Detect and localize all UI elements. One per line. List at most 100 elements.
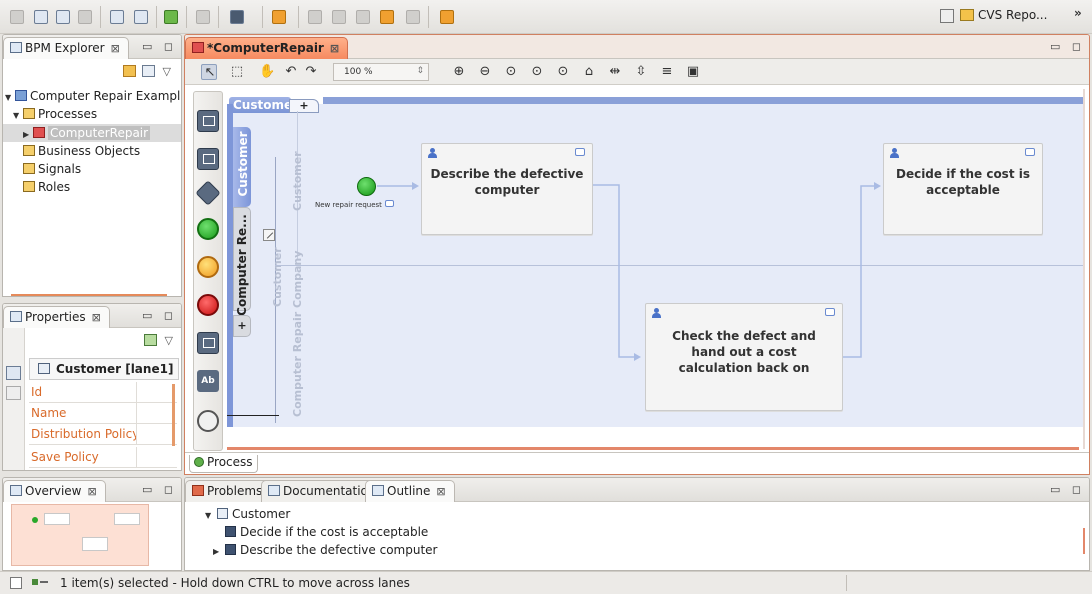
distribute-vertical-icon[interactable]: ⇳ <box>633 64 649 80</box>
editor-vertical-scrollbar[interactable] <box>1083 89 1085 449</box>
property-name-value[interactable] <box>137 403 177 424</box>
zoom-page-icon[interactable]: ⊙ <box>529 64 545 80</box>
property-distribution-policy-value[interactable] <box>137 424 177 445</box>
close-icon[interactable]: ⊠ <box>92 311 101 324</box>
palette-flow-icon[interactable] <box>197 332 219 354</box>
zoom-spinner-icon[interactable]: ⇕ <box>416 66 424 76</box>
zoom-fit-icon[interactable]: ⊙ <box>503 64 519 80</box>
tab-problems[interactable]: Problems <box>185 480 272 502</box>
align-icon[interactable]: ≡ <box>659 64 675 80</box>
palette-start-event-icon[interactable] <box>197 218 219 240</box>
run-icon[interactable] <box>162 8 180 26</box>
close-icon[interactable]: ⊠ <box>88 485 97 498</box>
tree-item-computerrepair[interactable]: ▶ ComputerRepair <box>3 124 181 142</box>
pan-tool-icon[interactable]: ✋ <box>259 64 275 80</box>
minimize-maximize-icon[interactable]: ▭ ◻ <box>142 309 177 322</box>
palette-end-event-icon[interactable] <box>197 294 219 316</box>
tab-process[interactable]: Process <box>189 455 258 473</box>
zoom-combo[interactable]: 100 % ⇕ <box>333 63 429 81</box>
tab-bpm-explorer[interactable]: BPM Explorer ⊠ <box>3 37 129 59</box>
task-describe-defective-computer[interactable]: Describe the defective computer <box>421 143 593 235</box>
property-save-policy-value[interactable] <box>137 447 177 468</box>
tab-computerrepair[interactable]: *ComputerRepair ⊠ <box>185 37 349 59</box>
comment-icon[interactable] <box>385 200 394 207</box>
new-file-icon[interactable] <box>8 8 26 26</box>
palette-task-icon[interactable] <box>197 148 219 170</box>
property-name[interactable]: Name <box>29 403 137 424</box>
outline-scrollbar[interactable] <box>1083 528 1085 554</box>
last-edit-icon[interactable] <box>354 8 372 26</box>
palette-text-annotation-icon[interactable]: Ab <box>197 370 219 392</box>
view-menu-chevron-icon[interactable]: ▽ <box>165 334 173 347</box>
tree-item-computer-repair-example[interactable]: ▼ Computer Repair Example <box>5 87 181 105</box>
tree-item-processes[interactable]: ▼ Processes <box>13 105 181 123</box>
zoom-out-icon[interactable]: ⊖ <box>477 64 493 80</box>
cvs-perspective-button[interactable]: CVS Repo... <box>960 8 1047 26</box>
window-icon[interactable] <box>108 8 126 26</box>
properties-scrollbar[interactable] <box>172 384 175 446</box>
view-menu-chevron-icon[interactable]: ▽ <box>163 65 171 78</box>
palette-gateway-icon[interactable] <box>195 180 221 206</box>
minimize-maximize-icon[interactable]: ▭ ◻ <box>142 483 177 496</box>
open-perspective-icon[interactable] <box>940 9 954 23</box>
edit-icon[interactable] <box>194 8 212 26</box>
overview-thumbnail[interactable] <box>11 504 149 566</box>
pool[interactable]: Customer + Customer Computer Re... + Cus… <box>227 97 1085 427</box>
comment-icon[interactable] <box>575 148 585 156</box>
panel-icon[interactable] <box>132 8 150 26</box>
tree-item-business-objects[interactable]: Business Objects <box>13 142 181 160</box>
task-check-defect-cost-calculation[interactable]: Check the defect and hand out a cost cal… <box>645 303 843 411</box>
outline-item-decide-cost[interactable]: Decide if the cost is acceptable <box>213 523 428 541</box>
advanced-tab-icon[interactable] <box>6 386 21 400</box>
distribute-horizontal-icon[interactable]: ⇹ <box>607 64 623 80</box>
minimize-maximize-icon[interactable]: ▭ ◻ <box>1050 40 1085 53</box>
tree-item-signals[interactable]: Signals <box>13 160 181 178</box>
frame-icon[interactable]: ▣ <box>685 64 701 80</box>
flow-check-to-decide[interactable] <box>839 185 879 358</box>
magic-wand-icon[interactable] <box>438 8 456 26</box>
pin-icon[interactable] <box>270 8 288 26</box>
general-tab-icon[interactable] <box>6 366 21 380</box>
close-icon[interactable]: ⊠ <box>330 42 339 55</box>
diagram-canvas[interactable]: Customer + Customer Computer Re... + Cus… <box>227 89 1085 455</box>
palette-intermediate-event-icon[interactable] <box>197 256 219 278</box>
palette-timer-icon[interactable] <box>197 410 219 432</box>
zoom-selection-icon[interactable]: ⊙ <box>555 64 571 80</box>
tab-properties[interactable]: Properties ⊠ <box>3 306 110 328</box>
tree-item-roles[interactable]: Roles <box>13 178 181 196</box>
flow-describe-to-check[interactable] <box>593 184 639 358</box>
task-decide-cost-acceptable[interactable]: Decide if the cost is acceptable <box>883 143 1043 235</box>
print-icon[interactable] <box>76 8 94 26</box>
fast-view-icon[interactable] <box>10 577 22 589</box>
select-tool-icon[interactable]: ↖ <box>201 64 217 80</box>
zoom-in-icon[interactable]: ⊕ <box>451 64 467 80</box>
property-distribution-policy[interactable]: Distribution Policy <box>29 424 137 445</box>
new-folder-icon[interactable] <box>122 65 136 77</box>
tab-overview[interactable]: Overview ⊠ <box>3 480 106 502</box>
previous-annotation-icon[interactable] <box>330 8 348 26</box>
save-icon[interactable] <box>32 8 50 26</box>
marquee-tool-icon[interactable]: ⬚ <box>229 64 245 80</box>
editor-horizontal-scrollbar[interactable] <box>227 447 1079 450</box>
property-id[interactable]: Id <box>29 382 137 403</box>
collapse-all-icon[interactable] <box>141 65 155 77</box>
redo-icon[interactable]: ↷ <box>303 64 319 80</box>
explorer-scrollbar[interactable] <box>11 294 167 296</box>
forward-icon[interactable] <box>404 8 422 26</box>
start-event[interactable] <box>357 177 376 196</box>
minimize-maximize-icon[interactable]: ▭ ◻ <box>1050 483 1085 496</box>
save-all-icon[interactable] <box>54 8 72 26</box>
back-icon[interactable] <box>378 8 396 26</box>
tag-icon[interactable]: ⌂ <box>581 64 597 80</box>
pin-view-icon[interactable] <box>143 334 157 346</box>
comment-icon[interactable] <box>1025 148 1035 156</box>
outline-item-describe-defective[interactable]: ▶ Describe the defective computer <box>213 541 437 559</box>
undo-icon[interactable]: ↶ <box>283 64 299 80</box>
close-icon[interactable]: ⊠ <box>111 42 120 55</box>
property-id-value[interactable] <box>137 382 177 403</box>
search-icon[interactable] <box>228 8 246 26</box>
outline-item-customer[interactable]: ▼ Customer <box>205 505 290 523</box>
more-perspectives-chevron-icon[interactable]: » <box>1074 6 1082 20</box>
comment-icon[interactable] <box>825 308 835 316</box>
property-save-policy[interactable]: Save Policy <box>29 447 137 468</box>
